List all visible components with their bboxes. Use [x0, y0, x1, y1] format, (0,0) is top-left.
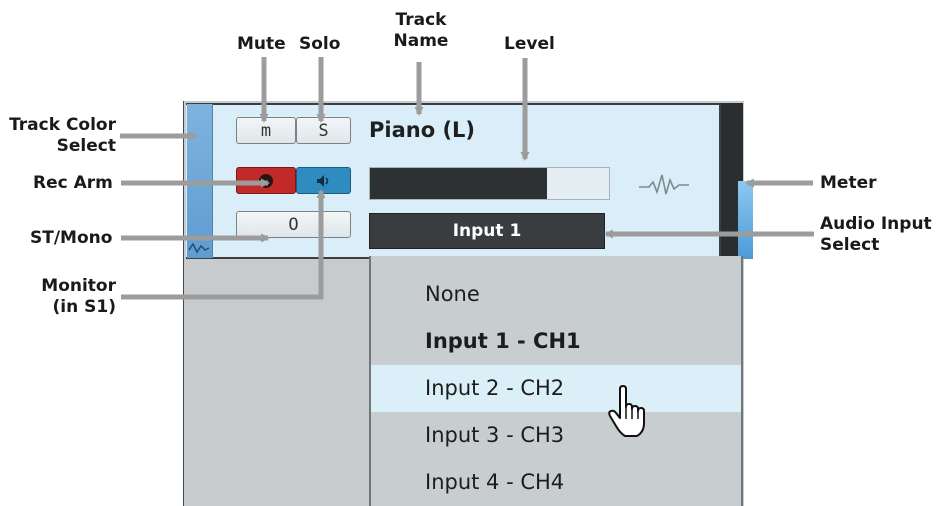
callout-track-name: Track Name — [391, 10, 451, 52]
callout-monitor-line1: Monitor — [41, 276, 116, 296]
callout-level: Level — [504, 34, 555, 54]
callout-st-mono: ST/Mono — [30, 228, 113, 248]
callout-meter: Meter — [820, 173, 877, 193]
callout-audio-input-select: Audio Input Select — [820, 214, 932, 256]
callout-arrows — [120, 57, 814, 300]
callout-track-color-select: Track Color Select — [0, 115, 116, 157]
callout-monitor-line2: (in S1) — [52, 297, 116, 317]
arrow-monitor — [121, 189, 326, 300]
callout-rec-arm: Rec Arm — [33, 173, 113, 193]
callout-track-color-line2: Select — [56, 136, 116, 156]
callout-track-name-line2: Name — [393, 31, 449, 51]
callout-track-color-line1: Track Color — [9, 115, 116, 135]
callout-track-name-line1: Track — [395, 10, 447, 30]
callout-audio-input-line2: Select — [820, 235, 880, 255]
callout-mute: Mute — [237, 34, 286, 54]
callout-solo: Solo — [299, 34, 341, 54]
callout-audio-input-line1: Audio Input — [820, 214, 932, 234]
callout-monitor: Monitor (in S1) — [0, 276, 116, 318]
